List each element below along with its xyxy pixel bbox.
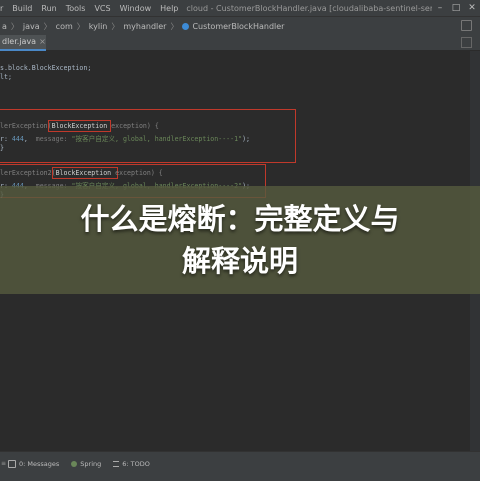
code-type: BlockException <box>51 122 108 130</box>
param-hint: message: <box>35 135 68 143</box>
messages-tool-button[interactable]: 0: Messages <box>8 460 59 468</box>
tab-close-icon[interactable]: × <box>39 37 46 46</box>
banner-title-line-1: 什么是熔断：完整定义与 <box>80 202 400 236</box>
split-view-icon[interactable] <box>461 37 472 48</box>
todo-icon <box>113 461 120 467</box>
messages-label: 0: Messages <box>19 460 60 468</box>
menu-item-tools[interactable]: Tools <box>66 4 86 13</box>
class-icon <box>182 22 190 30</box>
breadcrumb-java[interactable]: java <box>23 22 40 31</box>
code-text: s.block.BlockException; <box>0 64 92 72</box>
breadcrumb: a 〉 java 〉 com 〉 kylin 〉 myhandler 〉 Cus… <box>0 16 480 36</box>
minimize-button[interactable]: – <box>432 3 448 13</box>
spring-icon <box>71 461 78 467</box>
tool-windows-icon[interactable]: ≡ <box>1 460 6 467</box>
tab-label: dler.java <box>2 37 37 46</box>
breadcrumb-separator: 〉 <box>111 21 120 31</box>
menu-item-build[interactable]: Build <box>12 4 32 13</box>
code-line: lt; <box>0 73 12 81</box>
menu-item-help[interactable]: Help <box>160 4 178 13</box>
window-title: cloud - CustomerBlockHandler.java [cloud… <box>186 3 432 13</box>
breadcrumb-separator: 〉 <box>170 21 179 31</box>
layout-icon[interactable] <box>461 20 472 31</box>
nav-toolbar <box>461 20 472 31</box>
menu-item-truncated[interactable]: r <box>0 4 3 13</box>
close-window-button[interactable]: ✕ <box>464 3 480 13</box>
code-text: exception) { <box>111 169 163 177</box>
tool-window-bar: ≡ 0: Messages Spring 6: TODO <box>0 451 480 481</box>
maximize-button[interactable]: □ <box>448 3 464 13</box>
code-line: lerException(BlockException exception) { <box>0 122 159 130</box>
code-text: lerException( <box>0 122 52 130</box>
breadcrumb-class[interactable]: CustomerBlockHandler <box>182 22 284 31</box>
breadcrumb-com[interactable]: com <box>56 22 73 31</box>
title-bar: r Build Run Tools VCS Window Help cloud … <box>0 0 480 16</box>
code-text: r: <box>0 135 12 143</box>
code-line: } <box>0 144 4 152</box>
code-text: lerException2( <box>0 169 56 177</box>
tab-customer-block-handler[interactable]: dler.java × <box>0 35 46 51</box>
breadcrumb-separator: 〉 <box>76 21 85 31</box>
code-text: exception) { <box>107 122 159 130</box>
code-text: } <box>0 144 4 152</box>
code-text: ); <box>242 135 251 143</box>
breadcrumb-lead[interactable]: a <box>2 22 7 31</box>
code-text: , <box>23 135 36 143</box>
code-text: lt; <box>0 73 12 81</box>
spring-label: Spring <box>80 460 102 468</box>
editor-tab-bar: dler.java × <box>0 35 480 51</box>
messages-icon <box>8 460 16 468</box>
breadcrumb-separator: 〉 <box>10 21 19 31</box>
menu-item-window[interactable]: Window <box>120 4 152 13</box>
code-number: 444 <box>11 135 24 143</box>
code-line: r: 444, message: "按客户自定义, global, handle… <box>0 133 250 143</box>
breadcrumb-separator: 〉 <box>43 21 52 31</box>
banner-title: 什么是熔断：完整定义与 解释说明 <box>20 198 460 282</box>
spring-tool-button[interactable]: Spring <box>71 460 101 468</box>
menu-item-vcs[interactable]: VCS <box>94 4 110 13</box>
todo-label: 6: TODO <box>122 460 150 468</box>
breadcrumb-class-label: CustomerBlockHandler <box>192 21 285 31</box>
banner-title-line-2: 解释说明 <box>181 244 298 278</box>
code-line: lerException2(BlockException exception) … <box>0 169 163 177</box>
code-string: "按客户自定义, global, handlerException----1" <box>67 135 243 143</box>
todo-tool-button[interactable]: 6: TODO <box>113 460 150 468</box>
breadcrumb-myhandler[interactable]: myhandler <box>123 22 166 31</box>
code-type: BlockException <box>55 169 112 177</box>
breadcrumb-kylin[interactable]: kylin <box>89 22 108 31</box>
code-line: s.block.BlockException; <box>0 64 91 72</box>
menu-item-run[interactable]: Run <box>41 4 56 13</box>
